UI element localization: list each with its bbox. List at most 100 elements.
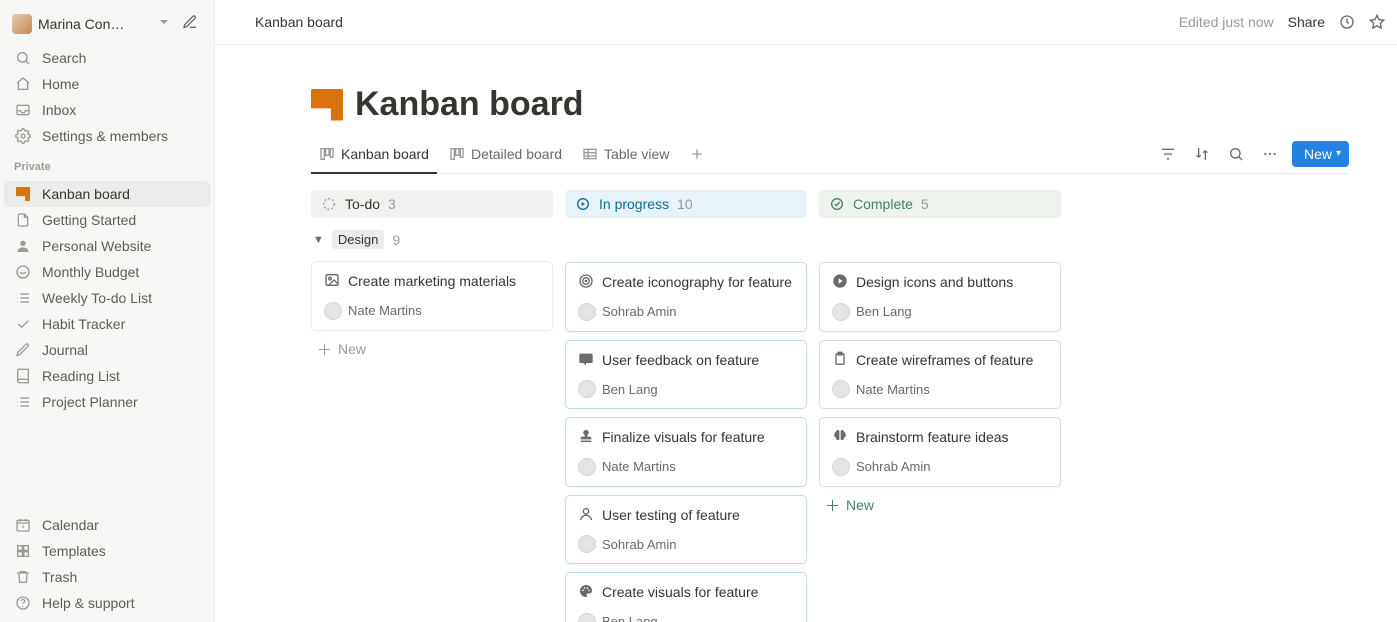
kanban-card[interactable]: Create visuals for feature Ben Lang	[565, 572, 807, 622]
view-tab-kanban-board[interactable]: Kanban board	[311, 138, 437, 174]
sidebar-item-search[interactable]: Search	[4, 45, 210, 71]
sidebar-item-label: Personal Website	[42, 238, 151, 254]
group-header[interactable]: ▼ Design 9	[311, 220, 402, 253]
sidebar-item-label: Templates	[42, 543, 106, 559]
sidebar-item-label: Home	[42, 76, 79, 92]
view-tab-table-view[interactable]: Table view	[574, 138, 677, 174]
sidebar-item-label: Trash	[42, 569, 77, 585]
check-icon	[14, 316, 32, 332]
assignee-avatar	[832, 380, 850, 398]
kanban-card[interactable]: Create marketing materials Nate Martins	[311, 261, 553, 331]
sidebar-item-kanban-board[interactable]: Kanban board	[4, 181, 210, 207]
sidebar: Marina Con… Search Home Inbox Settings & me…	[0, 0, 215, 622]
new-page-icon[interactable]	[178, 10, 202, 37]
search-icon	[14, 50, 32, 66]
sidebar-item-getting-started[interactable]: Getting Started	[4, 207, 210, 233]
assignee-name: Ben Lang	[856, 304, 912, 319]
chat-icon	[578, 351, 594, 373]
sidebar-item-habit-tracker[interactable]: Habit Tracker	[4, 311, 210, 337]
share-button[interactable]: Share	[1288, 14, 1325, 30]
sidebar-item-monthly-budget[interactable]: Monthly Budget	[4, 259, 210, 285]
assignee-avatar	[324, 302, 342, 320]
column-count: 3	[388, 196, 396, 212]
new-card-label: New	[846, 497, 874, 513]
more-icon[interactable]	[1258, 142, 1282, 166]
assignee-name: Sohrab Amin	[856, 459, 930, 474]
sort-icon[interactable]	[1190, 142, 1214, 166]
sidebar-item-reading-list[interactable]: Reading List	[4, 363, 210, 389]
column-new-todo[interactable]: ＋ New	[311, 331, 553, 368]
page-icon[interactable]	[311, 89, 343, 121]
template-icon	[14, 543, 32, 559]
sidebar-item-templates[interactable]: Templates	[4, 538, 210, 564]
book-icon	[14, 368, 32, 384]
views-tabbar: Kanban boardDetailed boardTable view New…	[311, 138, 1349, 174]
clock-icon[interactable]	[1339, 14, 1355, 30]
kanban-card[interactable]: Finalize visuals for feature Nate Martin…	[565, 417, 807, 487]
column-header-complete[interactable]: Complete 5	[819, 190, 1061, 218]
card-title: Create iconography for feature	[602, 273, 792, 292]
sidebar-item-label: Reading List	[42, 368, 120, 384]
workspace-switcher[interactable]: Marina Con…	[4, 6, 210, 41]
search-icon[interactable]	[1224, 142, 1248, 166]
assignee-avatar	[832, 303, 850, 321]
sidebar-item-label: Kanban board	[42, 186, 130, 202]
sidebar-item-journal[interactable]: Journal	[4, 337, 210, 363]
kanban-icon	[14, 187, 32, 201]
sidebar-item-inbox[interactable]: Inbox	[4, 97, 210, 123]
list-icon	[14, 290, 32, 306]
sidebar-item-project-planner[interactable]: Project Planner	[4, 389, 210, 415]
new-button[interactable]: New ▾	[1292, 141, 1349, 167]
brain-icon	[832, 428, 848, 450]
column-count: 5	[921, 196, 929, 212]
sidebar-item-help-support[interactable]: Help & support	[4, 590, 210, 616]
card-title: Brainstorm feature ideas	[856, 428, 1009, 447]
sidebar-item-calendar[interactable]: 4Calendar	[4, 512, 210, 538]
view-tab-detailed-board[interactable]: Detailed board	[441, 138, 570, 174]
sidebar-item-settings-members[interactable]: Settings & members	[4, 123, 210, 149]
column-in-progress: In progress 10 Create iconography for fe…	[565, 190, 807, 622]
caret-down-icon[interactable]: ▼	[313, 234, 324, 246]
star-icon[interactable]	[1369, 14, 1385, 30]
card-title: Finalize visuals for feature	[602, 428, 765, 447]
breadcrumb[interactable]: Kanban board	[227, 10, 347, 34]
kanban-icon	[231, 14, 247, 30]
sidebar-item-weekly-to-do-list[interactable]: Weekly To-do List	[4, 285, 210, 311]
board-icon	[319, 146, 335, 162]
column-header-in-progress[interactable]: In progress 10	[565, 190, 807, 218]
kanban-card[interactable]: Create iconography for feature Sohrab Am…	[565, 262, 807, 332]
board-icon	[449, 146, 465, 162]
assignee-name: Sohrab Amin	[602, 537, 676, 552]
sidebar-item-label: Settings & members	[42, 128, 168, 144]
add-view-button[interactable]	[681, 138, 713, 173]
assignee-avatar	[578, 303, 596, 321]
sidebar-item-trash[interactable]: Trash	[4, 564, 210, 590]
page-title[interactable]: Kanban board	[355, 85, 584, 124]
play-circle-icon	[575, 196, 591, 212]
kanban-card[interactable]: Brainstorm feature ideas Sohrab Amin	[819, 417, 1061, 487]
budget-icon	[14, 264, 32, 280]
sidebar-item-label: Monthly Budget	[42, 264, 139, 280]
plus-icon: ＋	[317, 339, 332, 360]
kanban-card[interactable]: User feedback on feature Ben Lang	[565, 340, 807, 410]
column-new-complete[interactable]: ＋ New	[819, 487, 1061, 524]
chevron-down-icon	[156, 14, 172, 33]
assignee-avatar	[578, 380, 596, 398]
kanban-card[interactable]: Design icons and buttons Ben Lang	[819, 262, 1061, 332]
column-header-todo[interactable]: To-do 3	[311, 190, 553, 218]
sidebar-item-label: Search	[42, 50, 86, 66]
palette-icon	[578, 583, 594, 605]
kanban-card[interactable]: Create wireframes of feature Nate Martin…	[819, 340, 1061, 410]
table-icon	[582, 146, 598, 162]
new-button-label: New	[1304, 146, 1332, 162]
sidebar-item-home[interactable]: Home	[4, 71, 210, 97]
kanban-card[interactable]: User testing of feature Sohrab Amin	[565, 495, 807, 565]
circle-dashed-icon	[321, 196, 337, 212]
sidebar-item-label: Help & support	[42, 595, 135, 611]
column-complete: Complete 5 Design icons and buttons Ben …	[819, 190, 1061, 524]
sidebar-item-personal-website[interactable]: Personal Website	[4, 233, 210, 259]
assignee-avatar	[832, 458, 850, 476]
new-card-label: New	[338, 341, 366, 357]
filter-icon[interactable]	[1156, 142, 1180, 166]
sidebar-item-label: Project Planner	[42, 394, 138, 410]
